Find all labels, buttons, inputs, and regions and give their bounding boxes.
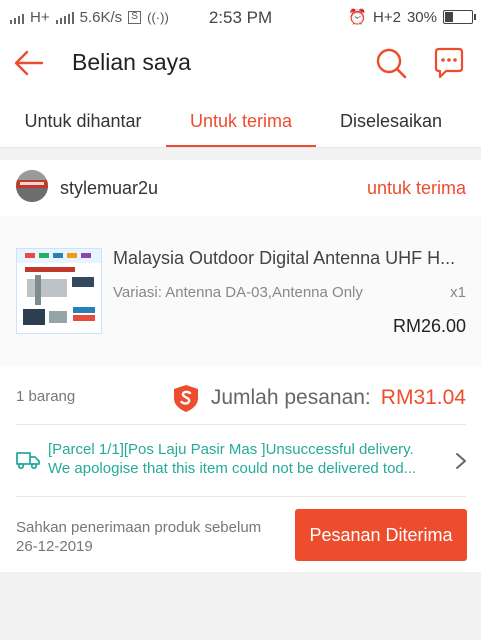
search-icon[interactable] (374, 46, 408, 80)
status-bar: H+ 5.6K/s S ((·)) 2:53 PM ⏰ H+2 30% (0, 0, 481, 34)
status-left: H+ 5.6K/s S ((·)) (10, 9, 169, 26)
app-header: Belian saya (0, 34, 481, 92)
tab-untuk-dihantar[interactable]: Untuk dihantar (0, 92, 166, 148)
tab-untuk-terima[interactable]: Untuk terima (166, 92, 316, 148)
product-item[interactable]: Malaysia Outdoor Digital Antenna UHF H..… (0, 216, 481, 366)
confirm-note: Sahkan penerimaan produk sebelum 26-12-2… (16, 518, 261, 556)
total-label: Jumlah pesanan: (210, 386, 371, 409)
shop-name: stylemuar2u (60, 178, 159, 198)
confirm-row: Sahkan penerimaan produk sebelum 26-12-2… (0, 496, 481, 572)
tracking-message: [Parcel 1/1][Pos Laju Pasir Mas ]Unsucce… (48, 440, 442, 478)
shop-header[interactable]: stylemuar2u untuk terima (0, 160, 481, 216)
product-quantity: x1 (450, 284, 466, 301)
alarm-icon: ⏰ (348, 9, 368, 26)
battery-percent: 30% (406, 8, 437, 26)
signal-strength-icon (55, 11, 74, 24)
page-title: Belian saya (72, 49, 191, 75)
back-arrow-icon[interactable] (12, 46, 46, 80)
network-speed: 5.6K/s (79, 9, 123, 26)
order-tabs: Untuk dihantar Untuk terima Diselesaikan (0, 92, 481, 148)
total-amount: RM31.04 (380, 386, 466, 409)
order-status: untuk terima (366, 178, 466, 198)
order-total-row: 1 barang Jumlah pesanan: RM31.04 (0, 368, 481, 424)
tab-diselesaikan[interactable]: Diselesaikan (316, 92, 466, 148)
signal-icon (10, 12, 24, 24)
notification-s-icon: S (128, 11, 142, 24)
product-variation: Variasi: Antenna DA-03,Antenna Only (113, 284, 363, 301)
order-total: Jumlah pesanan: RM31.04 (171, 383, 466, 413)
tracking-line-2: We apologise that this item could not be… (48, 460, 417, 477)
chat-icon[interactable] (432, 46, 466, 80)
truck-icon (16, 452, 40, 470)
order-card[interactable]: stylemuar2u untuk terima Malaysia Outdoo… (0, 160, 481, 572)
items-count: 1 barang (16, 388, 76, 405)
product-price: RM26.00 (392, 316, 466, 336)
confirm-note-date: 26-12-2019 (16, 538, 93, 555)
network-type-right: H+2 (373, 8, 401, 26)
shop-avatar (16, 170, 48, 202)
tracking-row[interactable]: [Parcel 1/1][Pos Laju Pasir Mas ]Unsucce… (0, 424, 481, 496)
battery-icon (443, 10, 476, 24)
tracking-line-1: [Parcel 1/1][Pos Laju Pasir Mas ]Unsucce… (48, 441, 414, 458)
network-type: H+ (30, 9, 50, 26)
confirm-note-line-1: Sahkan penerimaan produk sebelum (16, 519, 262, 536)
product-thumbnail (16, 248, 102, 334)
shopee-guarantee-icon (173, 385, 198, 412)
chevron-right-icon[interactable] (455, 452, 467, 470)
active-tab-indicator (166, 145, 316, 147)
hotspot-icon: ((·)) (147, 10, 169, 25)
order-received-button[interactable]: Pesanan Diterima (295, 509, 467, 561)
product-name: Malaysia Outdoor Digital Antenna UHF H..… (113, 248, 456, 268)
status-right: ⏰ H+2 30% (348, 8, 476, 26)
battery-fill (445, 12, 454, 22)
